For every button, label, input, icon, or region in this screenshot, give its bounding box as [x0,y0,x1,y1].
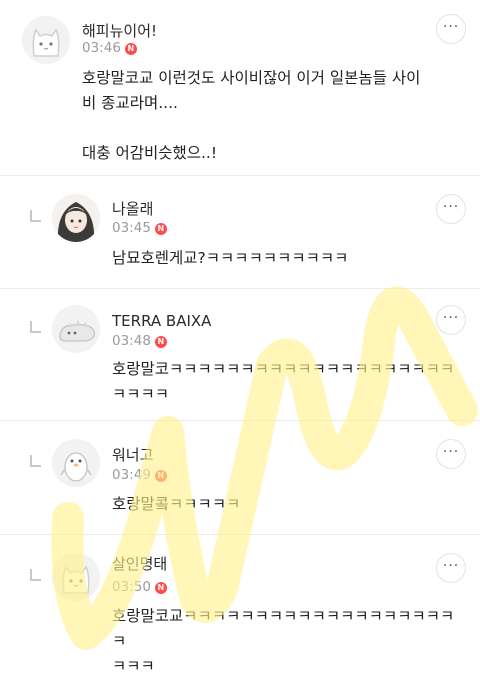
time-text: 03:50 [112,579,151,595]
reply-arrow-icon [30,321,41,333]
author-name[interactable]: 살인명태 [112,553,167,574]
author-name[interactable]: 해피뉴이어! [82,20,157,41]
avatar[interactable] [52,553,100,601]
timestamp: 03:49 N [112,467,167,483]
author-name[interactable]: 워너고 [112,444,153,465]
time-text: 03:45 [112,220,151,236]
time-text: 03:48 [112,333,151,349]
anime-girl-icon [52,194,100,242]
new-badge: N [154,470,167,482]
blob-creature-icon [52,305,100,353]
more-options-button[interactable]: ··· [436,14,466,44]
new-badge: N [124,43,137,55]
cat-face-icon [22,16,70,64]
penguin-icon [52,439,100,487]
timestamp: 03:48 N [112,333,167,349]
more-options-button[interactable]: ··· [436,553,466,583]
avatar[interactable] [22,16,70,64]
new-badge: N [154,223,167,235]
timestamp: 03:45 N [112,220,167,236]
cat-face-icon [52,553,100,601]
comment-text: 호랑말콬ㅋㅋㅋㅋㅋ [112,495,241,513]
reply-arrow-icon [30,569,41,581]
avatar[interactable] [52,194,100,242]
author-name[interactable]: TERRA BAIXA [112,312,211,330]
reply-arrow-icon [30,455,41,467]
timestamp: 03:50 N [112,579,167,595]
comment-text: 호랑말코교ㅋㅋㅋㅋㅋㅋㅋㅋㅋㅋㅋㅋㅋㅋㅋㅋㅋㅋㅋㅋ ㅋㅋㅋ [112,607,455,675]
timestamp: 03:46 N [82,40,137,56]
new-badge: N [154,582,167,594]
comment-text: 호랑말코교 이런것도 사이비잖어 이거 일본놈들 사이 비 종교라며.... 대… [82,69,421,162]
time-text: 03:49 [112,467,151,483]
more-options-button[interactable]: ··· [436,194,466,224]
new-badge: N [154,336,167,348]
reply-comment: TERRA BAIXA 03:48 N ··· 호랑말코ㅋㅋㅋㅋㅋㅋㅋㅋㅋㅋㅋㅋㅋ… [0,289,480,419]
avatar[interactable] [52,439,100,487]
reply-comment: 워너고 03:49 N ··· 호랑말콬ㅋㅋㅋㅋㅋ [0,421,480,531]
avatar[interactable] [52,305,100,353]
author-name[interactable]: 나올래 [112,198,153,219]
comment-text: 호랑말코ㅋㅋㅋㅋㅋㅋㅋㅋㅋㅋㅋㅋㅋㅋㅋㅋㅋㅋㅋㅋ ㅋㅋㅋㅋ [112,360,455,403]
more-options-button[interactable]: ··· [436,305,466,335]
reply-comment: 살인명태 03:50 N ··· 호랑말코교ㅋㅋㅋㅋㅋㅋㅋㅋㅋㅋㅋㅋㅋㅋㅋㅋㅋㅋㅋ… [0,535,480,675]
comment-text: 남묘호렌게교?ㅋㅋㅋㅋㅋㅋㅋㅋㅋㅋ [112,249,349,267]
reply-arrow-icon [30,210,41,222]
time-text: 03:46 [82,40,121,56]
reply-comment: 나올래 03:45 N ··· 남묘호렌게교?ㅋㅋㅋㅋㅋㅋㅋㅋㅋㅋ [0,176,480,286]
comment: 해피뉴이어! 03:46 N ··· 호랑말코교 이런것도 사이비잖어 이거 일본… [0,0,480,168]
more-options-button[interactable]: ··· [436,439,466,469]
